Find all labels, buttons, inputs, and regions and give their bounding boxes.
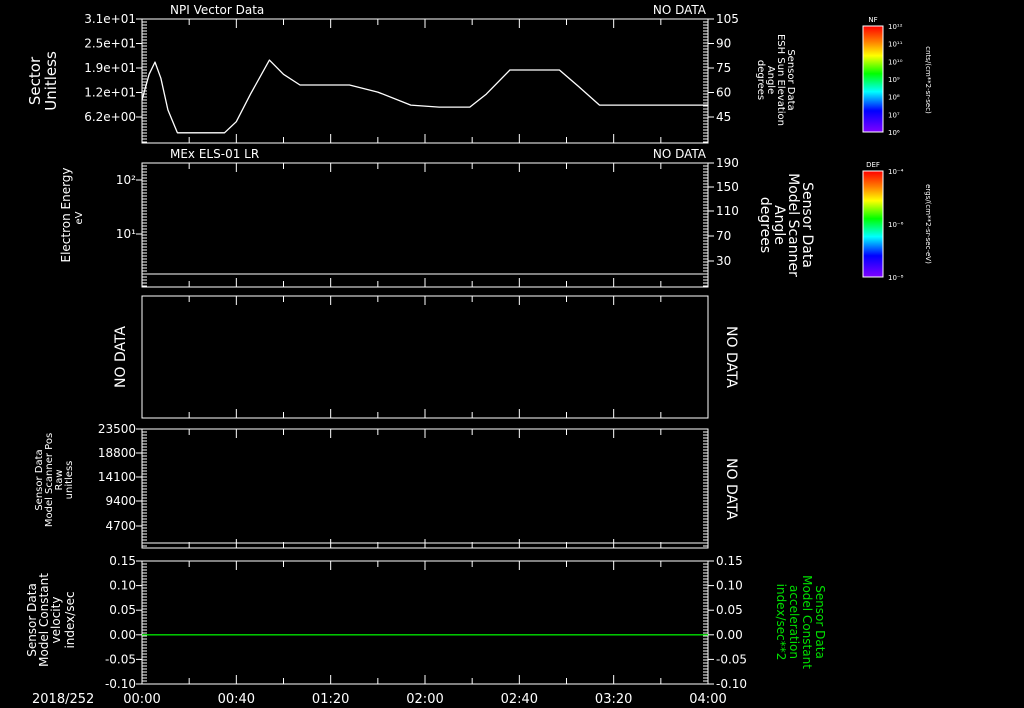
colorbar-tick-label: 10¹¹ <box>888 41 903 49</box>
panel-2-frame <box>141 162 709 288</box>
panel1-series-line <box>141 59 708 134</box>
panel5-y2tick-label: 0.00 <box>716 628 743 642</box>
colorbar-tick-label: 10⁷ <box>888 111 900 119</box>
x-tick-label: 02:40 <box>501 692 538 707</box>
svg-text:degrees: degrees <box>757 197 773 253</box>
panel5-ytick-label: 0.05 <box>109 603 136 617</box>
panel2-ytick-label: 10² <box>116 173 136 187</box>
svg-text:cnts/(cm**2-sr-sec): cnts/(cm**2-sr-sec) <box>924 46 932 114</box>
panel5-y2tick-label: -0.10 <box>716 677 747 691</box>
svg-text:DEF: DEF <box>866 161 880 169</box>
panel5-ytick-label: 0.10 <box>109 579 136 593</box>
panel5-ytick-label: -0.05 <box>105 652 136 666</box>
panel1-y2tick-label: 90 <box>716 37 731 51</box>
panel2-status: NO DATA <box>653 147 707 161</box>
panel2-ytick-label: 10¹ <box>116 227 136 241</box>
panel-4-frame <box>141 428 709 549</box>
panel5-y2tick-label: -0.05 <box>716 652 747 666</box>
panel3-status-left: NO DATA <box>113 326 129 388</box>
panel-3-frame <box>141 295 709 419</box>
x-tick-label: 00:00 <box>123 692 160 707</box>
panel5-y2tick-label: 0.05 <box>716 603 743 617</box>
panel5-ytick-label: 0.15 <box>109 554 136 568</box>
x-tick-label: 02:00 <box>406 692 443 707</box>
colorbar-def: DEF 10⁻⁴ 10⁻⁶ 10⁻⁸ ergs/(cm**2-sr-sec-eV) <box>862 161 932 282</box>
panel4-ytick-label: 9400 <box>105 494 136 508</box>
panel2-y2tick-label: 70 <box>716 229 731 243</box>
panel1-ytick-label: 1.2e+01 <box>84 86 136 100</box>
svg-text:velocity: velocity <box>49 597 63 644</box>
panel1-status: NO DATA <box>653 3 707 17</box>
svg-text:index/sec**2: index/sec**2 <box>774 584 788 661</box>
panel4-ytick-label: 4700 <box>105 519 136 533</box>
date-label: 2018/252 <box>32 692 94 707</box>
panel2-y2tick-label: 30 <box>716 254 731 268</box>
panel3-status-right: NO DATA <box>723 326 739 388</box>
panel4-ytick-label: 14100 <box>98 470 136 484</box>
x-tick-label: 00:40 <box>218 692 255 707</box>
svg-text:eV: eV <box>74 211 85 224</box>
x-tick-label: 04:00 <box>689 692 726 707</box>
panel1-y2label: Sensor Data ESH Sun Elevation Angle degr… <box>755 34 796 126</box>
panel4-ytick-label: 18800 <box>98 446 136 460</box>
colorbar-tick-label: 10⁻⁴ <box>888 168 904 176</box>
panel4-status-right: NO DATA <box>723 458 739 520</box>
plot-canvas: 3.1e+01 2.5e+01 1.9e+01 1.2e+01 6.2e+00 105 90… <box>25 3 932 707</box>
panel2-y2tick-label: 150 <box>716 180 739 194</box>
panel5-ylabel: Sensor Data Model Constant velocity inde… <box>25 573 77 667</box>
colorbar-nf: NF 10¹² 10¹¹ 10¹⁰ 10⁹ 10⁸ 10⁷ 10⁶ cnts/(cm**2-… <box>862 16 932 137</box>
colorbar-tick-label: 10¹⁰ <box>888 58 903 66</box>
panel1-y2tick-label: 105 <box>716 12 739 26</box>
panel1-y2tick-label: 60 <box>716 86 731 100</box>
panel-5-frame <box>141 560 709 685</box>
svg-text:Unitless: Unitless <box>42 51 60 111</box>
panel1-ylabel: Sector Unitless <box>26 51 60 111</box>
panel2-y2tick-label: 190 <box>716 156 739 170</box>
colorbar-tick-label: 10⁶ <box>888 129 900 137</box>
panel5-y2label: Sensor Data Model Constant acceleration … <box>774 575 827 669</box>
svg-text:index/sec: index/sec <box>63 591 77 648</box>
colorbar-tick-label: 10⁸ <box>888 94 900 102</box>
x-tick-label: 01:20 <box>312 692 349 707</box>
colorbar-tick-label: 10⁻⁸ <box>888 274 904 282</box>
svg-text:ergs/(cm**2-sr-sec-eV): ergs/(cm**2-sr-sec-eV) <box>924 184 932 264</box>
panel2-ylabel: Electron Energy eV <box>59 167 85 262</box>
colorbar-tick-label: 10⁹ <box>888 76 900 84</box>
panel5-y2tick-label: 0.10 <box>716 579 743 593</box>
svg-text:Electron Energy: Electron Energy <box>59 167 73 262</box>
svg-text:Sensor Data: Sensor Data <box>813 585 827 659</box>
svg-text:unitless: unitless <box>64 461 75 500</box>
panel1-ytick-label: 2.5e+01 <box>84 37 136 51</box>
colorbar-tick-label: 10¹² <box>888 23 903 31</box>
svg-text:degrees: degrees <box>755 60 766 100</box>
panel1-y2tick-label: 75 <box>716 61 731 75</box>
svg-text:Model Constant: Model Constant <box>800 575 814 669</box>
panel5-y2tick-label: 0.15 <box>716 554 743 568</box>
panel1-ytick-label: 3.1e+01 <box>84 12 136 26</box>
panel4-ylabel: Sensor Data Model Scanner Pos Raw unitle… <box>34 433 75 527</box>
panel2-y2tick-label: 110 <box>716 204 739 218</box>
panel4-ytick-label: 23500 <box>98 422 136 436</box>
svg-text:acceleration: acceleration <box>787 585 801 659</box>
panel5-ytick-label: -0.10 <box>105 677 136 691</box>
panel1-title: NPI Vector Data <box>170 3 264 17</box>
panel5-ytick-label: 0.00 <box>109 628 136 642</box>
colorbar-tick-label: 10⁻⁶ <box>888 221 904 229</box>
panel1-ytick-label: 6.2e+00 <box>84 110 136 124</box>
panel1-y2tick-label: 45 <box>716 110 731 124</box>
svg-text:NF: NF <box>868 16 877 24</box>
panel-1-frame <box>141 18 709 144</box>
panel2-title: MEx ELS-01 LR <box>170 147 259 161</box>
panel2-y2label: Sensor Data Model Scanner Angle degrees <box>757 173 815 277</box>
panel1-ytick-label: 1.9e+01 <box>84 61 136 75</box>
x-tick-label: 03:20 <box>595 692 632 707</box>
